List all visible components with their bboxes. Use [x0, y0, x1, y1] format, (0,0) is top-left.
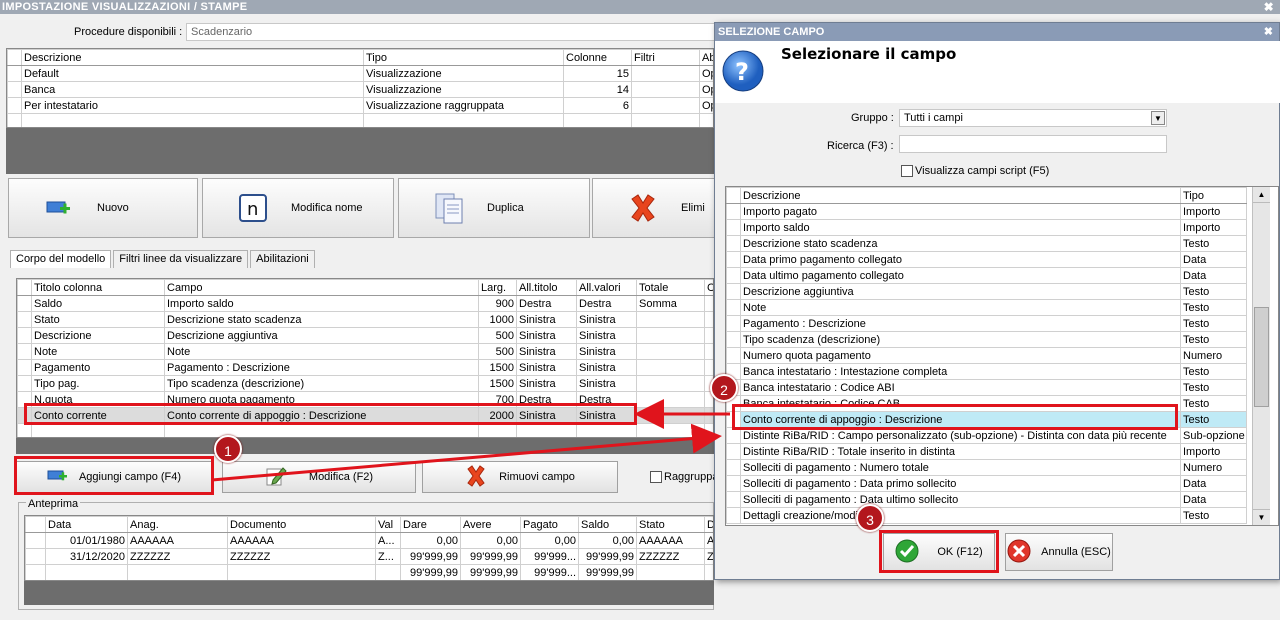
- callout-3: 3: [856, 504, 884, 532]
- annotation-arrows: [211, 399, 730, 482]
- arrow-to-list: [211, 423, 722, 482]
- callout-1: 1: [214, 435, 242, 463]
- callout-2: 2: [710, 374, 738, 402]
